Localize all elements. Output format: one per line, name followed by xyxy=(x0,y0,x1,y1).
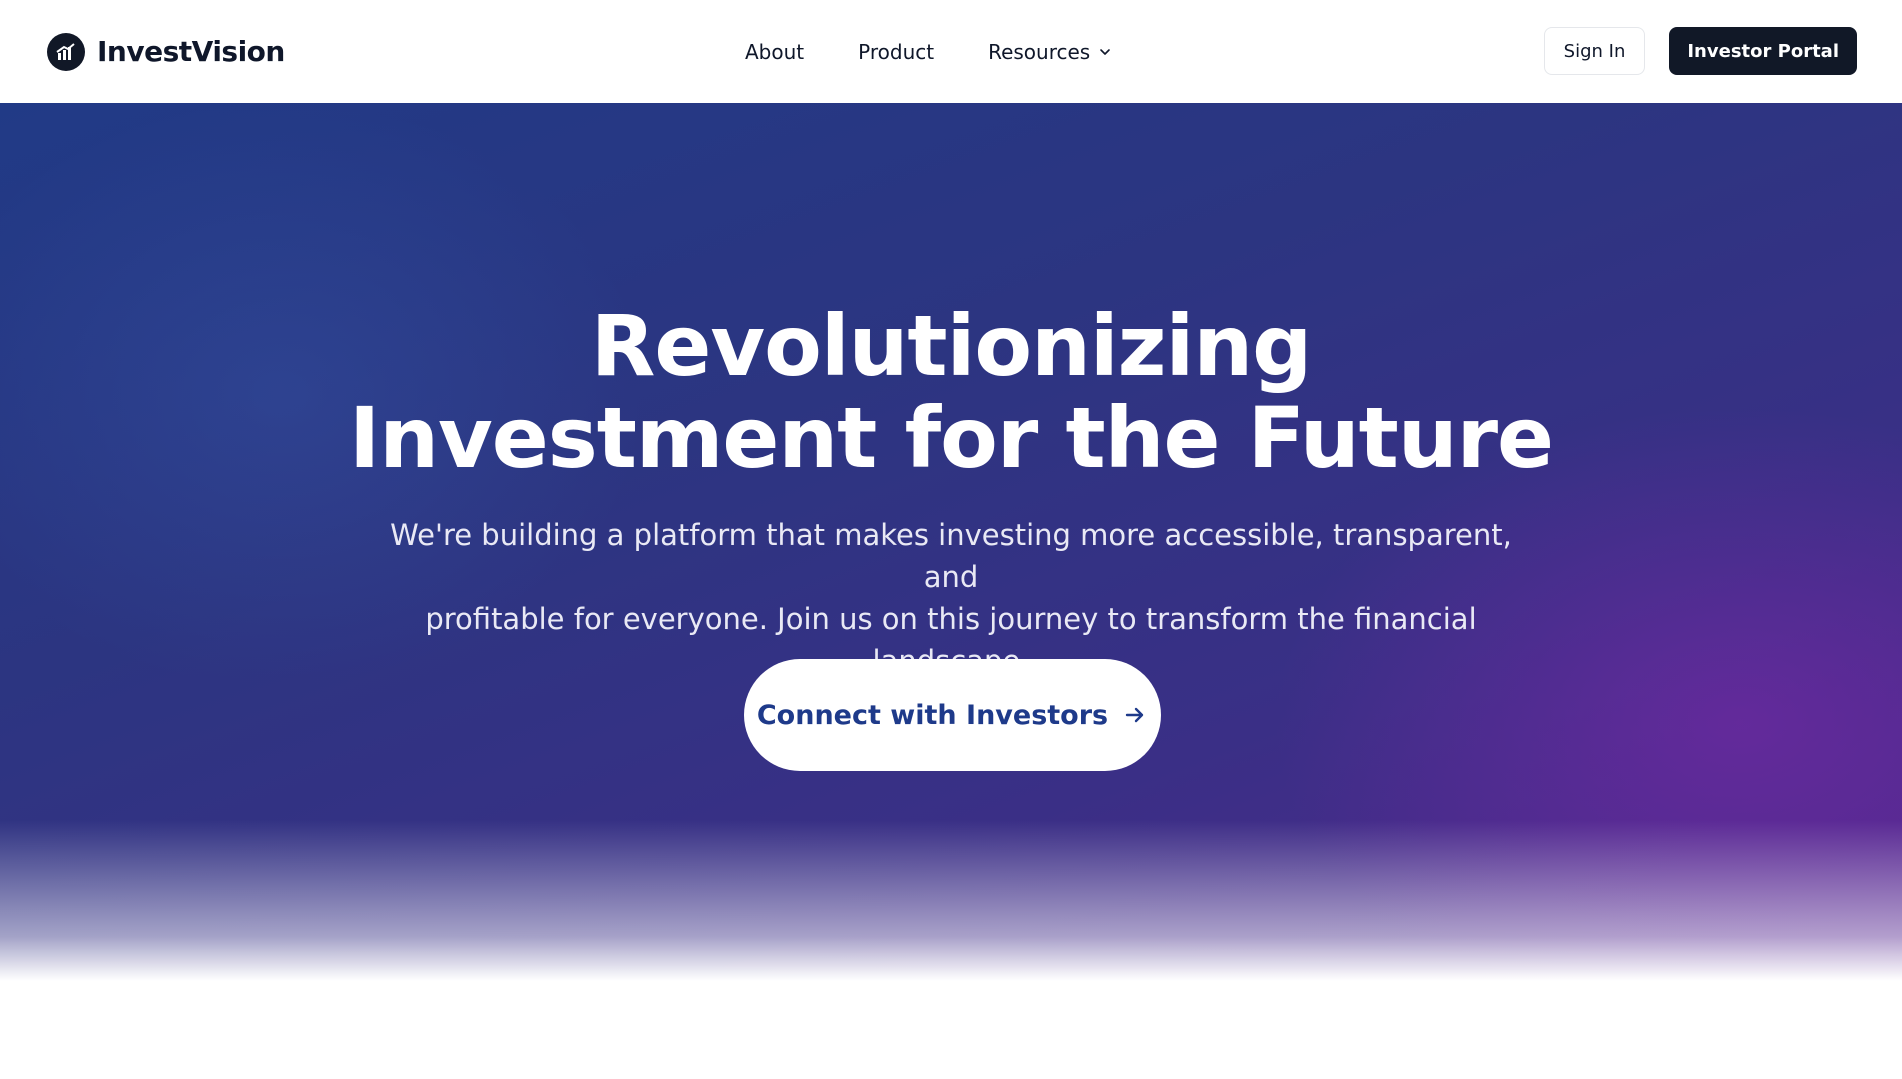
chevron-down-icon xyxy=(1098,45,1112,59)
hero-subtitle: We're building a platform that makes inv… xyxy=(380,514,1522,682)
nav-resources-dropdown[interactable]: Resources xyxy=(988,40,1112,64)
nav-about[interactable]: About xyxy=(745,40,804,64)
nav-product-label: Product xyxy=(858,39,935,64)
investor-portal-button[interactable]: Investor Portal xyxy=(1669,27,1857,75)
hero-title-line-2: Investment for the Future xyxy=(348,389,1554,487)
header-actions: Sign In Investor Portal xyxy=(1543,27,1857,75)
nav-product[interactable]: Product xyxy=(858,40,934,64)
brand-name: InvestVision xyxy=(97,35,285,68)
chart-bars-logo-icon xyxy=(47,32,85,71)
top-navbar: InvestVision About Product Resources Sig… xyxy=(0,0,1902,103)
cta-label: Connect with Investors xyxy=(756,699,1109,731)
hero-bottom-fade xyxy=(0,820,1902,1079)
brand-logo[interactable]: InvestVision xyxy=(47,32,285,71)
sign-in-button[interactable]: Sign In xyxy=(1543,27,1646,75)
hero-title-line-1: Revolutionizing xyxy=(590,297,1313,395)
connect-with-investors-button[interactable]: Connect with Investors xyxy=(744,659,1161,771)
nav-about-label: About xyxy=(745,39,805,64)
main-nav: About Product Resources xyxy=(745,0,1112,103)
arrow-right-icon xyxy=(1122,702,1148,728)
hero-subtitle-line-1: We're building a platform that makes inv… xyxy=(390,518,1512,594)
nav-resources-label: Resources xyxy=(988,39,1091,64)
hero-title: Revolutionizing Investment for the Futur… xyxy=(0,300,1902,484)
